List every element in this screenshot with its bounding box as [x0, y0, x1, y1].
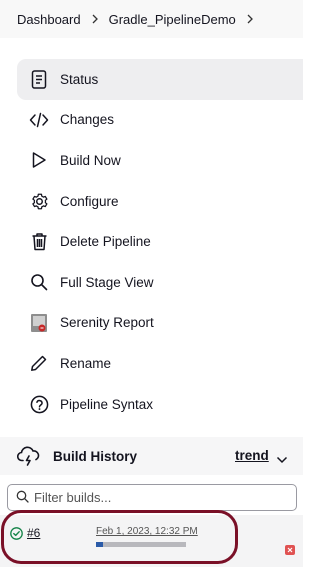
filter-builds-input[interactable] — [34, 490, 274, 505]
success-check-icon — [10, 527, 23, 543]
gear-icon — [28, 190, 50, 212]
menu-item-label: Changes — [60, 112, 115, 128]
menu-item-label: Delete Pipeline — [60, 234, 151, 250]
serenity-icon — [28, 312, 50, 334]
search-icon — [16, 490, 29, 506]
status-icon — [28, 68, 50, 90]
menu-item-label: Rename — [60, 355, 112, 371]
search-icon — [28, 271, 50, 293]
menu-item-label: Serenity Report — [60, 315, 154, 331]
menu-item-full-stage-view[interactable]: Full Stage View — [17, 262, 303, 303]
breadcrumb-dashboard[interactable]: Dashboard — [17, 12, 81, 27]
breadcrumb-project[interactable]: Gradle_PipelineDemo — [109, 12, 236, 27]
menu-item-label: Configure — [60, 193, 119, 209]
trash-icon — [28, 231, 50, 253]
code-icon — [28, 109, 50, 131]
menu-item-serenity-report[interactable]: Serenity Report — [17, 303, 303, 344]
build-number-link[interactable]: #6 — [27, 526, 40, 540]
play-icon — [28, 149, 50, 171]
menu-item-status[interactable]: Status — [17, 59, 303, 100]
chevron-down-icon[interactable] — [276, 452, 288, 467]
menu-item-delete-pipeline[interactable]: Delete Pipeline — [17, 221, 303, 262]
breadcrumb-menu-chevron-icon[interactable] — [246, 14, 254, 24]
menu-item-label: Status — [60, 71, 99, 87]
cancel-build-icon[interactable] — [285, 545, 295, 555]
filter-builds-field[interactable] — [7, 484, 297, 511]
menu-item-changes[interactable]: Changes — [17, 100, 303, 141]
trend-link[interactable]: trend — [235, 448, 269, 463]
build-history-row: #6 Feb 1, 2023, 12:32 PM — [0, 515, 303, 567]
menu-item-build-now[interactable]: Build Now — [17, 140, 303, 181]
breadcrumb-separator-icon — [91, 14, 99, 24]
build-history-title: Build History — [53, 448, 138, 464]
side-menu: Status Changes Build Now Configure Delet… — [17, 59, 303, 424]
menu-item-configure[interactable]: Configure — [17, 181, 303, 222]
menu-item-rename[interactable]: Rename — [17, 343, 303, 384]
breadcrumb: Dashboard Gradle_PipelineDemo — [0, 0, 303, 38]
pencil-icon — [28, 352, 50, 374]
help-icon — [28, 393, 50, 415]
build-progress-fill — [96, 542, 104, 547]
cloud-lightning-icon — [16, 445, 41, 467]
menu-item-label: Pipeline Syntax — [60, 396, 154, 412]
menu-item-label: Full Stage View — [60, 274, 154, 290]
menu-item-label: Build Now — [60, 152, 121, 168]
build-history-header: Build History trend — [0, 437, 303, 475]
build-date-link[interactable]: Feb 1, 2023, 12:32 PM — [96, 526, 198, 537]
menu-item-pipeline-syntax[interactable]: Pipeline Syntax — [17, 384, 303, 425]
build-progress-bar — [96, 542, 186, 547]
